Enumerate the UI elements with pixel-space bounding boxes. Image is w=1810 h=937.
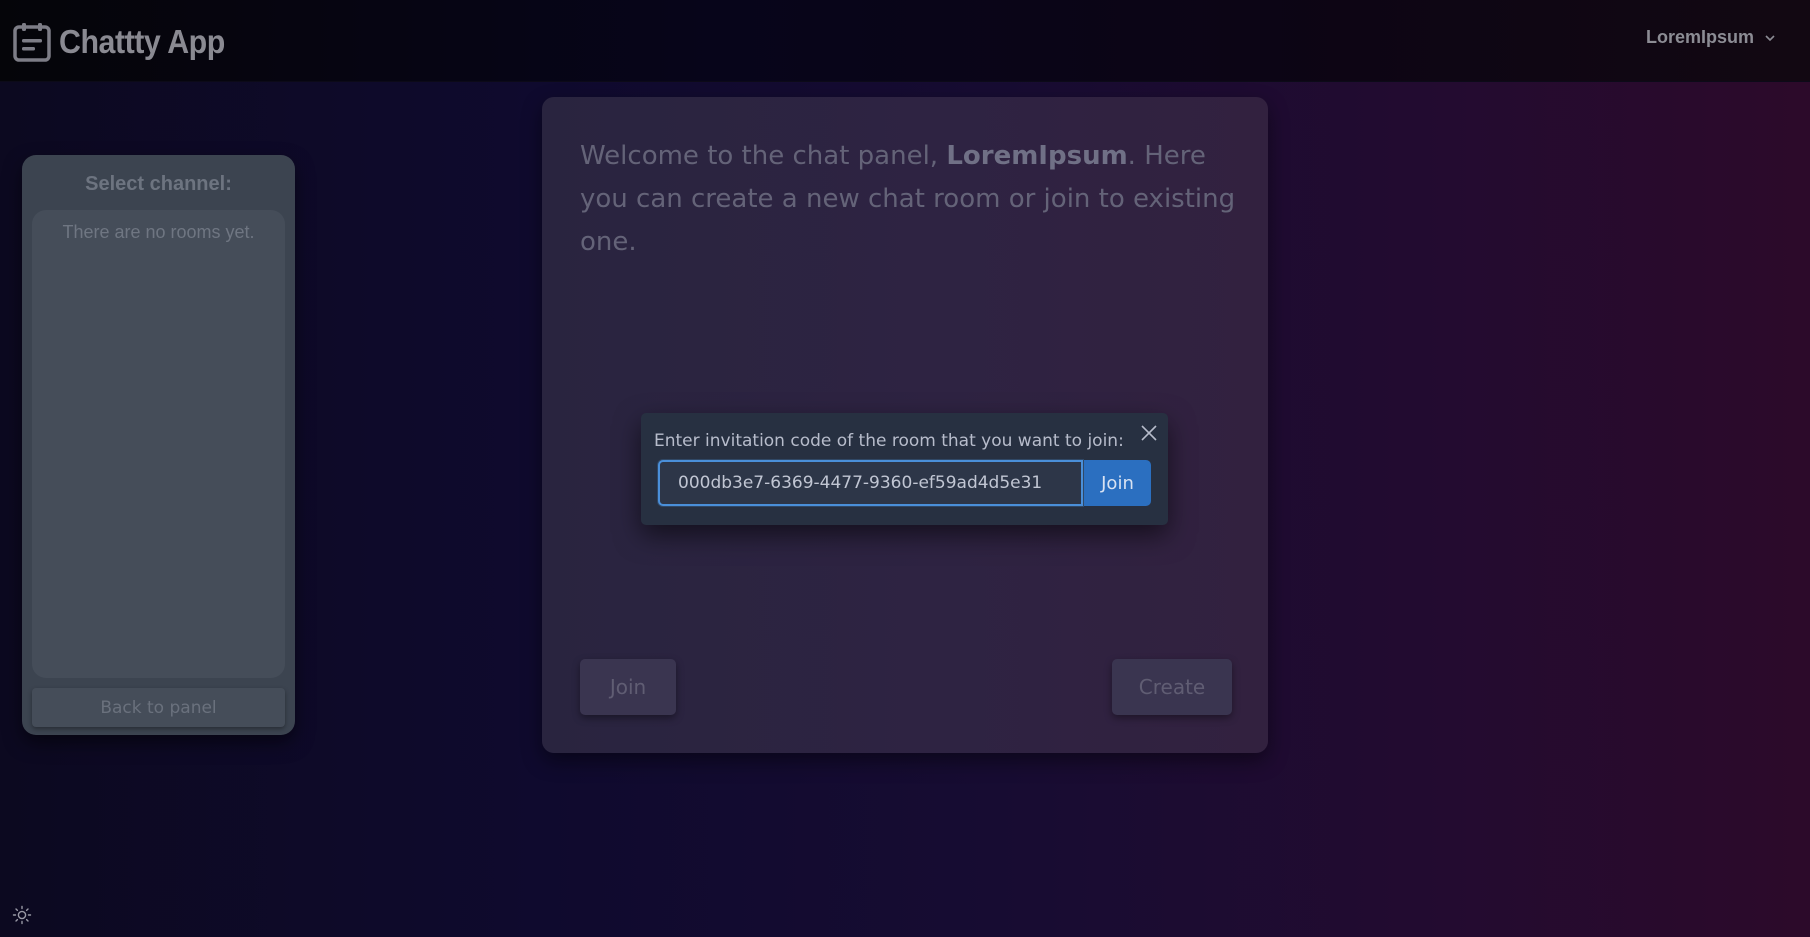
back-to-panel-button[interactable]: Back to panel — [32, 688, 285, 727]
welcome-prefix: Welcome to the chat panel, — [580, 141, 947, 171]
user-menu[interactable]: LoremIpsum — [1646, 27, 1776, 48]
chevron-down-icon — [1765, 34, 1775, 41]
calendar-note-icon — [13, 23, 51, 62]
welcome-message: Welcome to the chat panel, LoremIpsum. H… — [580, 135, 1240, 264]
brand[interactable]: Chattty App — [13, 22, 239, 62]
rooms-list: There are no rooms yet. — [32, 210, 285, 678]
rooms-empty-text: There are no rooms yet. — [62, 222, 255, 242]
navbar: Chattty App LoremIpsum — [0, 0, 1810, 82]
close-icon[interactable] — [1139, 423, 1159, 443]
sidebar-title: Select channel: — [85, 173, 232, 195]
invitation-code-label: Enter invitation code of the room that y… — [654, 431, 1124, 451]
join-confirm-button[interactable]: Join — [1084, 460, 1151, 506]
user-name: LoremIpsum — [1645, 27, 1754, 47]
sun-icon[interactable] — [12, 905, 32, 925]
welcome-user: LoremIpsum — [946, 141, 1128, 171]
join-room-button[interactable]: Join — [580, 659, 676, 715]
app-title: Chattty App — [59, 23, 225, 60]
channel-sidebar: Select channel: There are no rooms yet. … — [22, 155, 295, 735]
join-room-dialog: Enter invitation code of the room that y… — [641, 413, 1168, 525]
create-room-button[interactable]: Create — [1112, 659, 1232, 715]
invitation-code-input[interactable] — [658, 460, 1083, 506]
